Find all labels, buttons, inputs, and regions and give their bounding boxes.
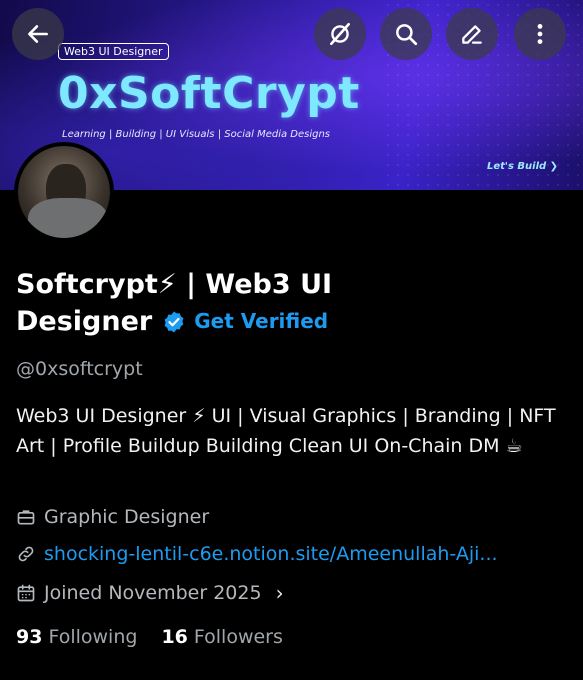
- edit-button[interactable]: [446, 8, 498, 60]
- get-verified-link[interactable]: Get Verified: [194, 303, 328, 340]
- more-button[interactable]: [514, 8, 566, 60]
- profile-bio: Web3 UI Designer ⚡ UI | Visual Graphics …: [16, 405, 556, 457]
- followers-count: 16: [161, 626, 188, 648]
- avatar[interactable]: [14, 142, 114, 242]
- search-button[interactable]: [380, 8, 432, 60]
- following-label: Following: [48, 626, 138, 648]
- follow-stats: 93 Following 16 Followers: [16, 626, 283, 648]
- followers-stat[interactable]: 16 Followers: [161, 626, 282, 648]
- display-name-line2: Designer: [16, 306, 153, 337]
- joined-text: Joined November 2025: [44, 582, 262, 604]
- followers-label: Followers: [193, 626, 283, 648]
- banner-cta: Let's Build ❯: [487, 161, 559, 172]
- following-stat[interactable]: 93 Following: [16, 626, 137, 648]
- search-icon: [396, 24, 418, 46]
- avatar-scarf: [28, 198, 108, 238]
- banner-subtitle: Learning | Building | UI Visuals | Socia…: [62, 129, 331, 140]
- grok-button[interactable]: [314, 8, 366, 60]
- verified-badge-icon[interactable]: [162, 310, 186, 334]
- joined-row[interactable]: Joined November 2025 ›: [16, 581, 284, 605]
- chevron-right-icon: ›: [275, 581, 284, 605]
- profession-row: Graphic Designer: [16, 506, 209, 528]
- profile-handle: @0xsoftcrypt: [16, 358, 143, 380]
- grok-icon: [330, 22, 350, 46]
- banner-title: 0xSoftCrypt: [58, 68, 360, 119]
- back-arrow-icon: [28, 25, 48, 43]
- calendar-icon: [17, 584, 35, 602]
- display-name: Softcrypt⚡ | Web3 UI Designer Get Verifi…: [16, 266, 416, 340]
- link-row: shocking-lentil-c6e.notion.site/Ameenull…: [16, 543, 498, 565]
- following-count: 93: [16, 626, 43, 648]
- briefcase-icon: [17, 510, 35, 525]
- back-button[interactable]: [12, 8, 64, 60]
- banner-tag: Web3 UI Designer: [58, 43, 169, 60]
- link-icon: [18, 546, 34, 562]
- display-name-line2-row: Designer Get Verified: [16, 303, 328, 340]
- profession-text: Graphic Designer: [44, 506, 210, 528]
- more-icon: [537, 24, 543, 44]
- display-name-line1: Softcrypt⚡ | Web3 UI: [16, 269, 333, 300]
- profile-link[interactable]: shocking-lentil-c6e.notion.site/Ameenull…: [44, 543, 498, 565]
- edit-icon: [462, 25, 482, 44]
